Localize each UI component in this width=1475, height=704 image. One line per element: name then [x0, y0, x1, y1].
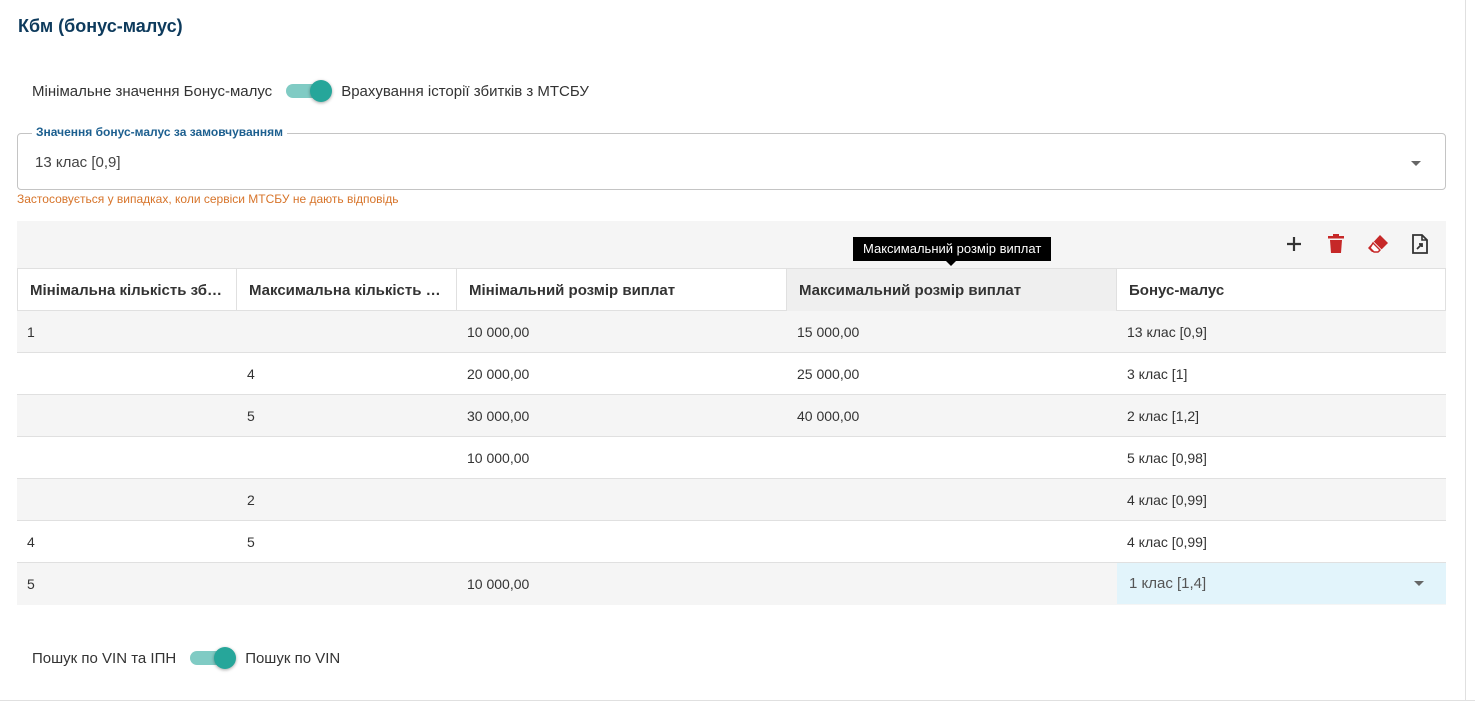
cell-bonus-malus[interactable]: 2 клас [1,2]	[1117, 395, 1446, 436]
toggle-thumb	[310, 80, 333, 102]
cell-min-claims[interactable]: 1	[17, 311, 237, 352]
cell-max-payment[interactable]	[787, 479, 1117, 520]
select-value: 13 клас [0,9]	[35, 154, 121, 171]
column-header-label: Мінімальний розмір виплат	[469, 281, 676, 299]
table-row[interactable]: 5 30 000,00 40 000,00 2 клас [1,2]	[17, 395, 1446, 437]
cell-min-payment[interactable]: 30 000,00	[457, 395, 787, 436]
switch-left-label: Мінімальне значення Бонус-малус	[32, 82, 273, 100]
cell-min-payment[interactable]: 10 000,00	[457, 311, 787, 352]
column-header-label: Максимальна кількість збитків	[249, 281, 444, 299]
toggle-thumb	[214, 647, 237, 669]
vin-search-switch-row: Пошук по VIN та ІПН Пошук по VIN	[32, 647, 340, 669]
cell-max-claims[interactable]: 5	[237, 395, 457, 436]
cell-editor-value: 1 клас [1,4]	[1129, 575, 1207, 592]
cell-max-claims[interactable]	[237, 311, 457, 352]
cell-max-claims[interactable]: 2	[237, 479, 457, 520]
cell-max-claims[interactable]: 5	[237, 521, 457, 562]
default-bonus-malus-select[interactable]: Значення бонус-малус за замовчуванням 13…	[17, 125, 1446, 190]
chevron-down-icon	[1411, 161, 1421, 166]
switch-right-label: Пошук по VIN	[245, 649, 341, 667]
delete-icon[interactable]	[1324, 232, 1348, 256]
cell-min-payment[interactable]: 20 000,00	[457, 353, 787, 394]
cell-min-payment[interactable]: 10 000,00	[457, 563, 787, 604]
table-toolbar	[17, 221, 1446, 268]
cell-max-payment[interactable]: 25 000,00	[787, 353, 1117, 394]
mtsbu-history-switch-row: Мінімальне значення Бонус-малус Врахуван…	[32, 80, 589, 102]
select-legend: Значення бонус-малус за замовчуванням	[32, 125, 288, 139]
column-header-label: Мінімальна кількість збитків	[30, 281, 224, 299]
cell-max-payment[interactable]	[787, 563, 1117, 604]
cell-bonus-malus[interactable]: 4 клас [0,99]	[1117, 521, 1446, 562]
cell-bonus-malus[interactable]: 3 клас [1]	[1117, 353, 1446, 394]
column-tooltip: Максимальний розмір виплат	[853, 237, 1052, 266]
cell-min-payment[interactable]	[457, 479, 787, 520]
table-row[interactable]: 4 20 000,00 25 000,00 3 клас [1]	[17, 353, 1446, 395]
column-header-max-claims[interactable]: Максимальна кількість збитків	[237, 269, 457, 311]
cell-max-payment[interactable]: 15 000,00	[787, 311, 1117, 352]
cell-max-claims[interactable]	[237, 563, 457, 604]
switch-right-label: Врахування історії збитків з МТСБУ	[341, 82, 589, 100]
cell-bonus-malus[interactable]: 4 клас [0,99]	[1117, 479, 1446, 520]
table-row[interactable]: 2 4 клас [0,99]	[17, 479, 1446, 521]
cell-min-payment[interactable]	[457, 521, 787, 562]
column-header-min-payment[interactable]: Мінімальний розмір виплат	[457, 269, 787, 311]
cell-min-claims[interactable]: 5	[17, 563, 237, 604]
table-row[interactable]: 1 10 000,00 15 000,00 13 клас [0,9]	[17, 311, 1446, 353]
cell-min-claims[interactable]	[17, 353, 237, 394]
cell-min-claims[interactable]: 4	[17, 521, 237, 562]
add-icon[interactable]	[1282, 232, 1306, 256]
mtsbu-history-toggle[interactable]	[286, 80, 333, 102]
column-header-min-claims[interactable]: Мінімальна кількість збитків	[17, 269, 237, 311]
table-row[interactable]: 4 5 4 клас [0,99]	[17, 521, 1446, 563]
divider	[0, 700, 1475, 701]
cell-bonus-malus[interactable]: 5 клас [0,98]	[1117, 437, 1446, 478]
cell-min-claims[interactable]	[17, 395, 237, 436]
bonus-malus-table: Мінімальна кількість збитків Максимальна…	[17, 268, 1446, 605]
cell-min-payment[interactable]: 10 000,00	[457, 437, 787, 478]
cell-min-claims[interactable]	[17, 437, 237, 478]
table-row[interactable]: 5 10 000,00 1 клас [1,4]	[17, 563, 1446, 605]
column-header-max-payment[interactable]: Максимальний розмір виплат	[787, 269, 1117, 311]
table-row[interactable]: 10 000,00 5 клас [0,98]	[17, 437, 1446, 479]
bonus-malus-cell-editor[interactable]: 1 клас [1,4]	[1117, 563, 1446, 604]
cell-max-claims[interactable]	[237, 437, 457, 478]
select-helper-text: Застосовується у випадках, коли сервіси …	[17, 192, 399, 206]
cell-bonus-malus[interactable]: 13 клас [0,9]	[1117, 311, 1446, 352]
chevron-down-icon	[1414, 581, 1424, 586]
cell-min-claims[interactable]	[17, 479, 237, 520]
cell-max-payment[interactable]: 40 000,00	[787, 395, 1117, 436]
eraser-icon[interactable]	[1366, 232, 1390, 256]
vin-search-toggle[interactable]	[190, 647, 237, 669]
scrollbar-area	[1465, 0, 1475, 700]
page-title: Кбм (бонус-малус)	[18, 16, 183, 36]
switch-left-label: Пошук по VIN та ІПН	[32, 649, 177, 667]
cell-max-claims[interactable]: 4	[237, 353, 457, 394]
column-header-label: Бонус-малус	[1129, 281, 1225, 299]
column-header-label: Максимальний розмір виплат	[799, 281, 1022, 299]
cell-max-payment[interactable]	[787, 521, 1117, 562]
table-header: Мінімальна кількість збитків Максимальна…	[17, 268, 1446, 311]
cell-max-payment[interactable]	[787, 437, 1117, 478]
column-header-bonus-malus[interactable]: Бонус-малус	[1117, 269, 1446, 311]
export-icon[interactable]	[1408, 232, 1432, 256]
